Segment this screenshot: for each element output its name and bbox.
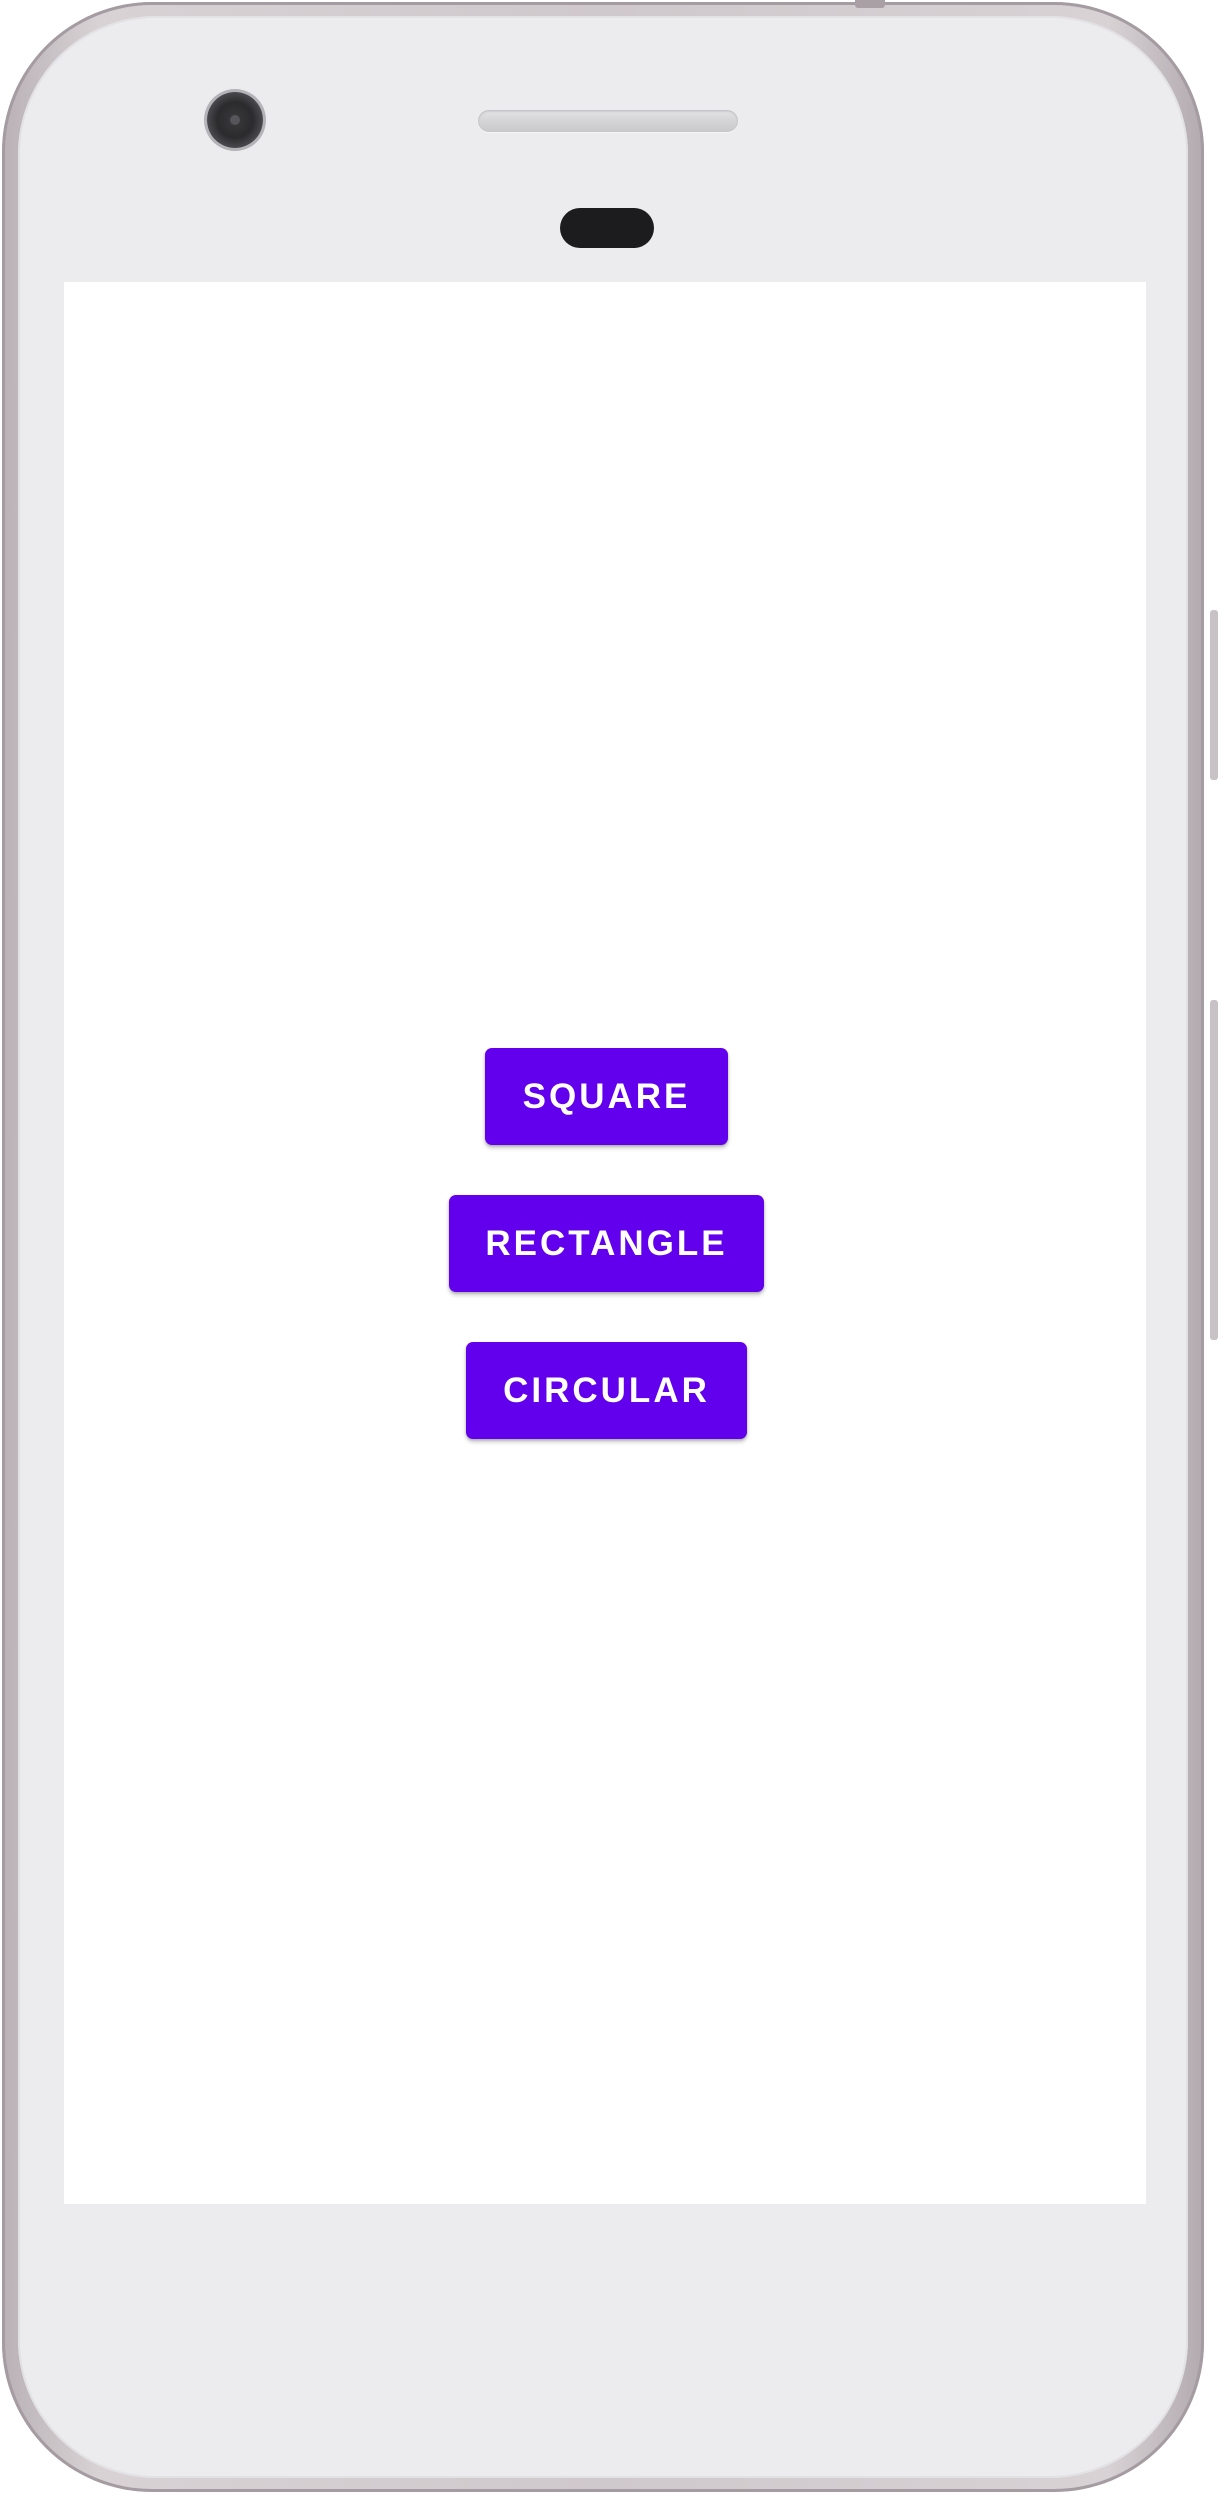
rectangle-button[interactable]: RECTANGLE bbox=[449, 1195, 764, 1292]
proximity-sensor-icon bbox=[560, 208, 654, 248]
side-button bbox=[1210, 610, 1218, 780]
page: SQUARE RECTANGLE CIRCULAR bbox=[0, 0, 1222, 2498]
square-button[interactable]: SQUARE bbox=[485, 1048, 728, 1145]
speaker-icon bbox=[478, 110, 738, 132]
volume-button bbox=[1210, 1000, 1218, 1340]
app-screen: SQUARE RECTANGLE CIRCULAR bbox=[64, 282, 1146, 2204]
front-camera-icon bbox=[207, 92, 263, 148]
power-button-top bbox=[855, 0, 885, 8]
circular-button[interactable]: CIRCULAR bbox=[466, 1342, 747, 1439]
